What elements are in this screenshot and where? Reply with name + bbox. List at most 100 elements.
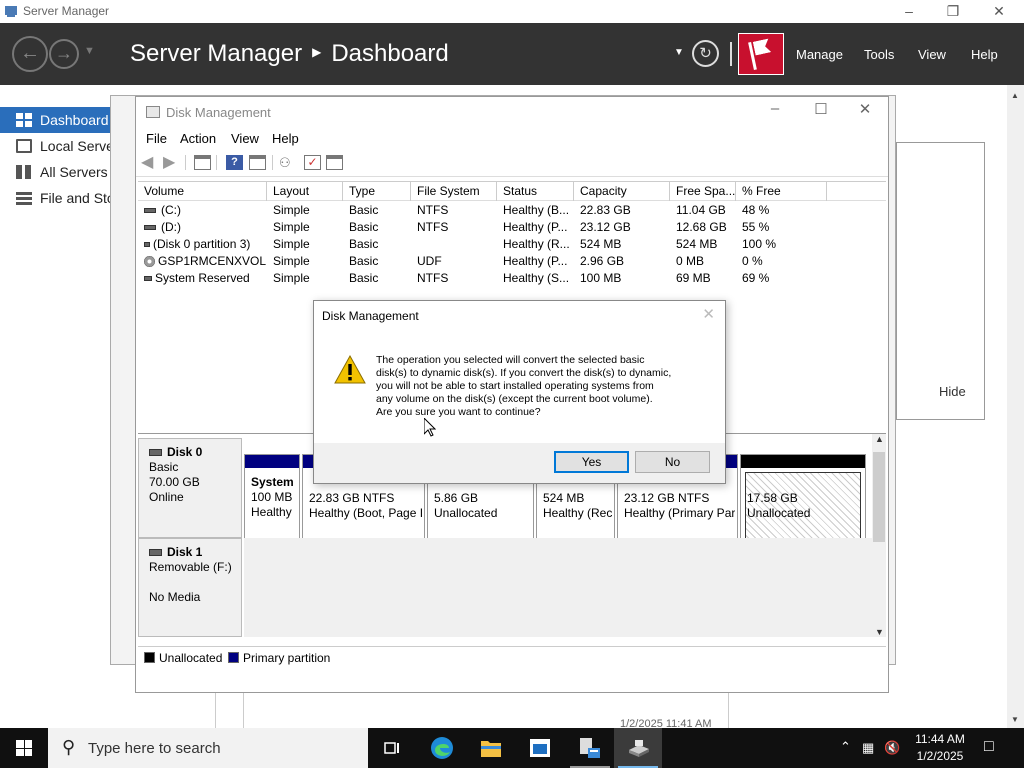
volume-capacity: 23.12 GB	[580, 220, 631, 234]
volume-row[interactable]: (D:) Simple Basic NTFS Healthy (P... 23.…	[138, 219, 886, 236]
disk-size: 70.00 GB	[149, 475, 200, 489]
volume-muted-icon[interactable]: 🔇	[884, 740, 900, 756]
sidebar-item-all-servers[interactable]: All Servers	[0, 159, 112, 185]
connect-icon[interactable]: ⚇	[279, 155, 296, 170]
volume-type: Basic	[349, 271, 379, 285]
column-volume[interactable]: Volume	[138, 182, 267, 201]
breadcrumb-root[interactable]: Server Manager	[130, 40, 302, 67]
search-placeholder: Type here to search	[88, 740, 221, 757]
back-arrow-icon[interactable]: ◀	[141, 155, 158, 171]
menu-view[interactable]: View	[918, 47, 946, 62]
system-clock[interactable]: 11:44 AM 1/2/2025	[902, 731, 978, 765]
volume-row[interactable]: (C:) Simple Basic NTFS Healthy (B... 22.…	[138, 202, 886, 219]
column-type[interactable]: Type	[343, 182, 411, 201]
restore-button[interactable]: ❐	[930, 0, 976, 23]
scroll-down-icon[interactable]: ▼	[875, 627, 884, 637]
welcome-panel	[896, 142, 985, 420]
close-button[interactable]: ✕	[976, 0, 1022, 23]
scroll-up-icon[interactable]: ▲	[1011, 91, 1019, 100]
properties-icon[interactable]	[249, 155, 266, 170]
notification-center-icon[interactable]: □	[984, 738, 994, 756]
legend-swatch-primary	[228, 652, 239, 663]
task-view-button[interactable]	[368, 728, 416, 768]
help-icon[interactable]: ?	[226, 155, 243, 170]
menu-manage[interactable]: Manage	[796, 47, 843, 62]
column-file-system[interactable]: File System	[411, 182, 497, 201]
volume-status: Healthy (B...	[503, 203, 570, 217]
partition-size: 17.58 GB	[747, 491, 798, 505]
volume-capacity: 22.83 GB	[580, 203, 631, 217]
server-icon	[16, 139, 32, 153]
disk-1-label[interactable]: Disk 1 Removable (F:) No Media	[138, 538, 242, 637]
dm-maximize-button[interactable]: ☐	[798, 100, 844, 124]
disk-management-app-icon	[146, 106, 160, 118]
partition-color-bar	[741, 455, 865, 468]
show-hidden-icons-button[interactable]: ⌃	[840, 739, 851, 755]
confirm-dialog: Disk Management ✕ The operation you sele…	[313, 300, 726, 484]
refresh-button[interactable]: ↻	[692, 40, 719, 67]
forward-button[interactable]: →	[49, 39, 79, 69]
sidebar-item-file-storage[interactable]: File and Storage Services	[0, 185, 112, 211]
file-explorer-button[interactable]	[466, 728, 514, 768]
column-capacity[interactable]: Capacity	[574, 182, 670, 201]
server-manager-scrollbar[interactable]: ▲ ▼	[1007, 85, 1024, 728]
column-layout[interactable]: Layout	[267, 182, 343, 201]
server-manager-titlebar: Server Manager – ❐ ✕	[0, 0, 1024, 23]
start-button[interactable]	[0, 728, 48, 768]
column-free-space[interactable]: Free Spa...	[670, 182, 736, 201]
volume-free: 524 MB	[676, 237, 718, 251]
volume-layout: Simple	[273, 237, 310, 251]
check-icon[interactable]: ✓	[304, 155, 321, 170]
dialog-titlebar: Disk Management ✕	[314, 301, 725, 329]
scrollbar-thumb[interactable]	[873, 452, 885, 542]
sidebar-item-local-server[interactable]: Local Server	[0, 133, 112, 159]
settings-list-icon[interactable]	[326, 155, 343, 170]
menu-help[interactable]: Help	[971, 47, 998, 62]
column-percent-free[interactable]: % Free	[736, 182, 827, 201]
edge-browser-button[interactable]	[418, 728, 466, 768]
volume-type: Basic	[349, 203, 379, 217]
menu-view[interactable]: View	[231, 131, 259, 146]
history-dropdown-icon[interactable]: ▼	[84, 45, 95, 57]
volume-row[interactable]: (Disk 0 partition 3) Simple Basic Health…	[138, 236, 886, 253]
yes-button[interactable]: Yes	[554, 451, 629, 473]
scroll-up-icon[interactable]: ▲	[875, 434, 884, 444]
column-status[interactable]: Status	[497, 182, 574, 201]
server-manager-taskbar-button[interactable]	[516, 728, 564, 768]
volume-row[interactable]: GSP1RMCENXVOL... Simple Basic UDF Health…	[138, 253, 886, 270]
disk-management-titlebar: Disk Management – ☐ ✕	[136, 97, 888, 127]
taskbar-search-box[interactable]: ⚲ Type here to search	[48, 728, 368, 768]
partition-system-reserved[interactable]: System 100 MB Healthy	[244, 454, 300, 548]
dm-close-button[interactable]: ✕	[842, 100, 888, 124]
disk-management-taskbar-button[interactable]	[614, 728, 662, 768]
dialog-close-icon[interactable]: ✕	[702, 305, 715, 323]
network-icon[interactable]: ▦	[862, 740, 874, 756]
disk-management-title: Disk Management	[166, 105, 271, 120]
disk-pane-scrollbar[interactable]: ▲ ▼	[872, 434, 886, 637]
forward-arrow-icon[interactable]: ▶	[163, 155, 180, 171]
disk-type: Basic	[149, 460, 179, 474]
header-dropdown-icon[interactable]: ▼	[674, 47, 684, 58]
window-title: Server Manager	[23, 4, 110, 18]
menu-tools[interactable]: Tools	[864, 47, 894, 62]
menu-help[interactable]: Help	[272, 131, 299, 146]
hide-link[interactable]: Hide	[939, 384, 966, 399]
disk-0-label[interactable]: Disk 0 Basic 70.00 GB Online	[138, 438, 242, 538]
back-button[interactable]: ←	[12, 36, 48, 72]
volume-capacity: 524 MB	[580, 237, 622, 251]
windows-logo-icon	[16, 740, 32, 756]
menu-action[interactable]: Action	[180, 131, 216, 146]
dm-minimize-button[interactable]: –	[752, 100, 798, 124]
volume-row[interactable]: System Reserved Simple Basic NTFS Health…	[138, 270, 886, 287]
minimize-button[interactable]: –	[886, 0, 932, 23]
show-hide-console-tree-icon[interactable]	[194, 155, 211, 170]
partition-unallocated-2[interactable]: 17.58 GB Unallocated	[740, 454, 866, 548]
no-button[interactable]: No	[635, 451, 710, 473]
scroll-down-icon[interactable]: ▼	[1011, 715, 1019, 724]
notifications-flag-button[interactable]	[738, 33, 784, 75]
volume-fs: UDF	[417, 254, 442, 268]
volume-free: 0 MB	[676, 254, 705, 268]
computer-management-taskbar-button[interactable]	[566, 728, 614, 768]
menu-file[interactable]: File	[146, 131, 167, 146]
sidebar-item-dashboard[interactable]: Dashboard	[0, 107, 112, 133]
